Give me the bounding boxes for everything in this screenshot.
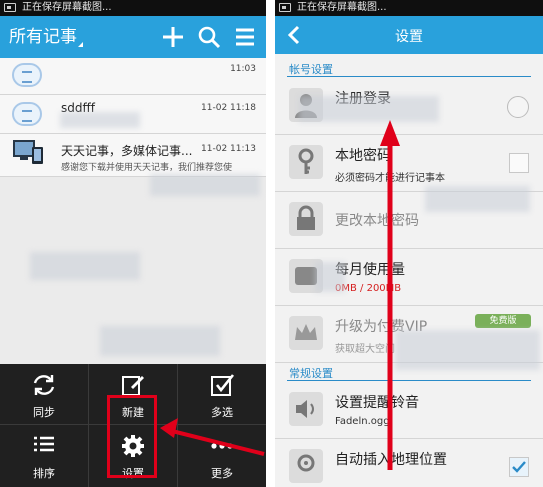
status-bar: 正在保存屏幕截图... (0, 0, 266, 16)
row-subtitle: 必须密码才能进行记事本 (335, 173, 445, 184)
note-date: 11:03 (230, 64, 256, 74)
top-bar: 所有记事 (0, 16, 266, 58)
screenshot-icon (279, 3, 291, 12)
note-title: 天天记事，多媒体记事... (61, 144, 193, 158)
row-subtitle: 获取超大空间 (335, 344, 395, 355)
more-button[interactable]: 更多 (178, 425, 266, 485)
add-icon[interactable] (158, 22, 188, 52)
free-version-badge: 免费版 (475, 314, 531, 328)
settings-screen: 正在保存屏幕截图... 设置 帐号设置 注册登录 本地密码 必须密码才能进行记事… (275, 0, 543, 487)
status-text: 正在保存屏幕截图... (297, 2, 387, 13)
page-title: 设置 (395, 29, 423, 45)
menu-label: 排序 (33, 467, 55, 480)
top-bar: 设置 (275, 16, 543, 54)
menu-label: 多选 (211, 406, 233, 419)
row-title: 每月使用量 (335, 262, 405, 278)
note-icon (12, 63, 42, 87)
menu-label: 同步 (33, 406, 55, 419)
menu-label: 更多 (211, 467, 233, 480)
section-header: 常规设置 (289, 367, 333, 380)
row-title: 更改本地密码 (335, 213, 419, 229)
settings-row-auto-location[interactable]: 自动插入地理位置 (275, 439, 543, 487)
location-icon (289, 449, 323, 483)
status-text: 正在保存屏幕截图... (22, 2, 112, 13)
key-icon (289, 145, 323, 179)
status-bar: 正在保存屏幕截图... (275, 0, 543, 16)
row-title: 本地密码 (335, 148, 391, 164)
devices-icon (13, 140, 43, 164)
blur-overlay (315, 262, 345, 292)
dropdown-caret-icon (78, 42, 83, 47)
sort-icon (34, 436, 54, 452)
settings-row-local-password[interactable]: 本地密码 必须密码才能进行记事本 (275, 135, 543, 192)
multi-select-icon (211, 374, 235, 396)
blur-overlay (100, 326, 220, 356)
menu-icon[interactable] (230, 22, 260, 52)
notebook-dropdown[interactable]: 所有记事 (9, 26, 77, 48)
screenshot-icon (4, 3, 16, 12)
blur-overlay (395, 330, 540, 370)
note-date: 11-02 11:18 (201, 103, 256, 113)
crown-icon (289, 316, 323, 350)
sort-button[interactable]: 排序 (0, 425, 88, 485)
notes-screen: 正在保存屏幕截图... 所有记事 11:03 sddfff 11-02 11:1… (0, 0, 266, 487)
blur-overlay (30, 252, 140, 280)
settings-row-reminder-ringtone[interactable]: 设置提醒铃音 Fadeln.ogg (275, 382, 543, 439)
note-preview: 感谢您下载并使用天天记事，我们推荐您使 (61, 163, 233, 173)
search-icon[interactable] (194, 22, 224, 52)
sync-button[interactable]: 同步 (0, 364, 88, 424)
blur-overlay (425, 186, 530, 212)
list-item[interactable]: 11:03 (0, 58, 266, 95)
lock-icon (289, 202, 323, 236)
blur-overlay (299, 96, 439, 122)
divider (287, 380, 531, 381)
row-title: 自动插入地理位置 (335, 452, 447, 468)
note-icon (12, 102, 42, 126)
more-icon (211, 443, 233, 449)
row-title: 设置提醒铃音 (335, 395, 419, 411)
row-subtitle: Fadeln.ogg (335, 416, 390, 427)
note-date: 11-02 11:13 (201, 144, 256, 154)
blur-overlay (150, 174, 260, 196)
blur-overlay (60, 112, 140, 128)
speaker-icon (289, 392, 323, 426)
radio-button[interactable] (507, 96, 529, 118)
settings-highlight-box (107, 395, 157, 478)
divider (287, 76, 531, 77)
section-header: 帐号设置 (289, 63, 333, 76)
list-item[interactable]: 天天记事，多媒体记事... 11-02 11:13 感谢您下载并使用天天记事，我… (0, 134, 266, 177)
checkbox[interactable] (509, 153, 529, 173)
sync-icon (33, 375, 55, 395)
checkbox[interactable] (509, 457, 529, 477)
multi-select-button[interactable]: 多选 (178, 364, 266, 424)
